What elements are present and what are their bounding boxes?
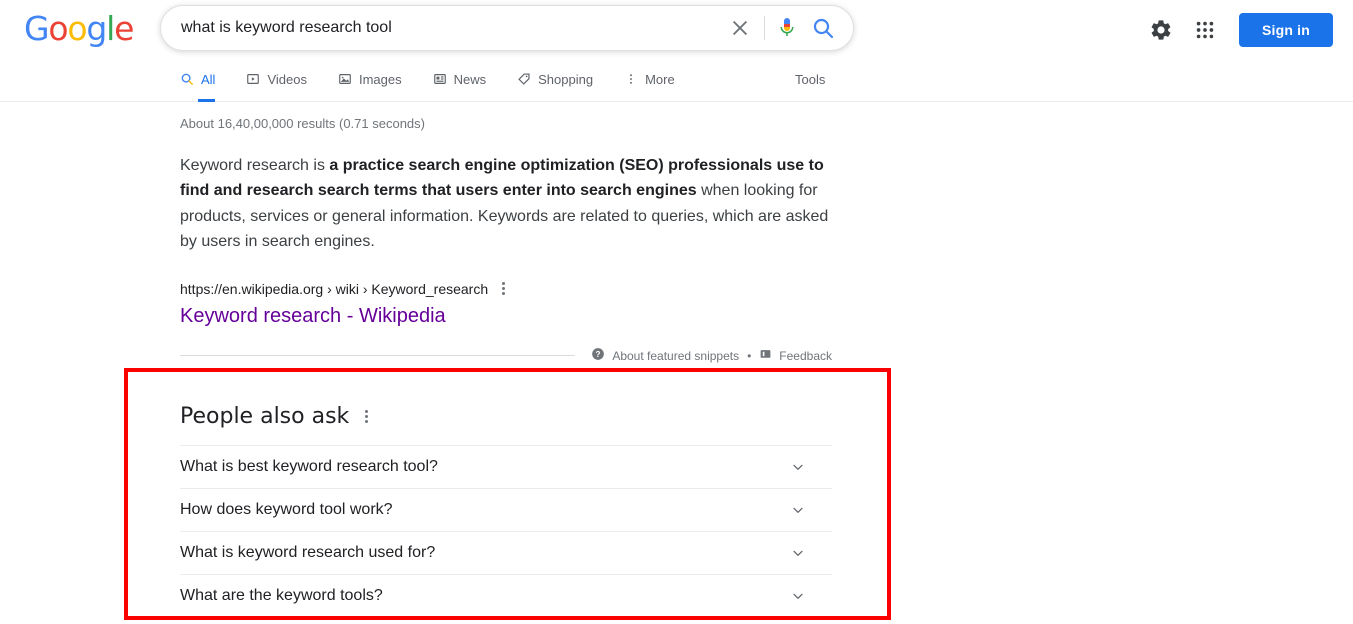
tab-videos-label: Videos — [267, 71, 307, 87]
sign-in-button[interactable]: Sign in — [1238, 13, 1333, 47]
results-count: About 16,40,00,000 results (0.71 seconds… — [180, 116, 425, 131]
snippet-footer: ? About featured snippets • Feedback — [180, 347, 832, 364]
magnifier-icon[interactable] — [803, 8, 843, 48]
paa-question-label: How does keyword tool work? — [180, 501, 393, 519]
close-icon[interactable] — [722, 10, 758, 46]
snippet-footer-links: ? About featured snippets • Feedback — [591, 347, 832, 364]
list-item[interactable]: What is best keyword research tool? — [180, 445, 832, 488]
search-bar[interactable] — [160, 5, 854, 51]
header-actions: Sign in — [1141, 10, 1333, 50]
search-divider — [764, 16, 765, 40]
chevron-down-icon[interactable] — [790, 588, 806, 604]
result-title-link[interactable]: Keyword research - Wikipedia — [180, 303, 1353, 329]
people-also-ask-header: People also ask — [180, 404, 832, 445]
more-options-icon[interactable] — [498, 278, 509, 299]
paa-question-label: What is best keyword research tool? — [180, 458, 438, 476]
chevron-down-icon[interactable] — [790, 502, 806, 518]
feedback-flag-icon — [759, 348, 772, 364]
tools-button[interactable]: Tools — [795, 56, 825, 102]
featured-snippet: Keyword research is a practice search en… — [180, 153, 832, 254]
search-input[interactable] — [161, 19, 722, 37]
chevron-down-icon[interactable] — [790, 459, 806, 475]
people-also-ask-title: People also ask — [180, 404, 350, 430]
search-results-content: About 16,40,00,000 results (0.71 seconds… — [0, 102, 1353, 624]
list-item[interactable]: What is keyword research used for? — [180, 531, 832, 574]
tab-shopping-label: Shopping — [538, 71, 594, 87]
microphone-icon[interactable] — [771, 12, 803, 44]
snippet-source-row: https://en.wikipedia.org › wiki › Keywor… — [180, 278, 1353, 299]
apps-grid-icon[interactable] — [1185, 10, 1225, 50]
about-featured-snippets-label: About featured snippets — [612, 348, 740, 363]
list-item[interactable]: How does keyword tool work? — [180, 488, 832, 531]
people-also-ask-section: People also ask What is best keyword res… — [180, 404, 832, 624]
tag-icon — [517, 72, 531, 86]
news-icon — [433, 72, 447, 86]
tab-more-label: More — [645, 71, 675, 87]
snippet-feedback-label: Feedback — [779, 348, 832, 363]
list-item[interactable]: What are the keyword tools? — [180, 574, 832, 617]
tab-all-label: All — [201, 71, 216, 87]
more-options-icon[interactable] — [361, 406, 372, 427]
search-icon — [180, 72, 194, 86]
tab-more[interactable]: More — [624, 56, 675, 102]
snippet-divider — [180, 355, 576, 357]
snippet-text-lead: Keyword research is — [180, 157, 330, 174]
google-logo[interactable]: Google — [24, 12, 134, 45]
tab-videos[interactable]: Videos — [246, 56, 307, 102]
footer-separator: • — [747, 348, 752, 363]
paa-question-label: What is keyword research used for? — [180, 544, 436, 562]
svg-text:?: ? — [596, 350, 601, 359]
search-nav-bar: All Videos Images News Shopping More Too… — [0, 56, 1353, 102]
tab-news-label: News — [453, 71, 487, 87]
tab-news[interactable]: News — [433, 56, 487, 102]
about-featured-snippets-link[interactable]: ? About featured snippets — [591, 347, 739, 364]
paa-question-label: What are the keyword tools? — [180, 587, 383, 605]
more-vertical-icon — [624, 72, 638, 86]
image-icon — [338, 72, 352, 86]
tab-images-label: Images — [358, 71, 402, 87]
page-header: Google what is keyword research tool Sig… — [0, 0, 1353, 56]
tab-all[interactable]: All — [180, 56, 216, 102]
snippet-feedback-link[interactable]: Feedback — [759, 348, 832, 364]
google-search-results-page: Google what is keyword research tool Sig… — [0, 0, 1353, 624]
gear-icon[interactable] — [1141, 10, 1181, 50]
video-icon — [246, 72, 260, 86]
chevron-down-icon[interactable] — [790, 545, 806, 561]
tab-images[interactable]: Images — [338, 56, 402, 102]
source-url: https://en.wikipedia.org › wiki › Keywor… — [180, 280, 489, 297]
tab-shopping[interactable]: Shopping — [517, 56, 593, 102]
help-icon: ? — [591, 347, 605, 364]
